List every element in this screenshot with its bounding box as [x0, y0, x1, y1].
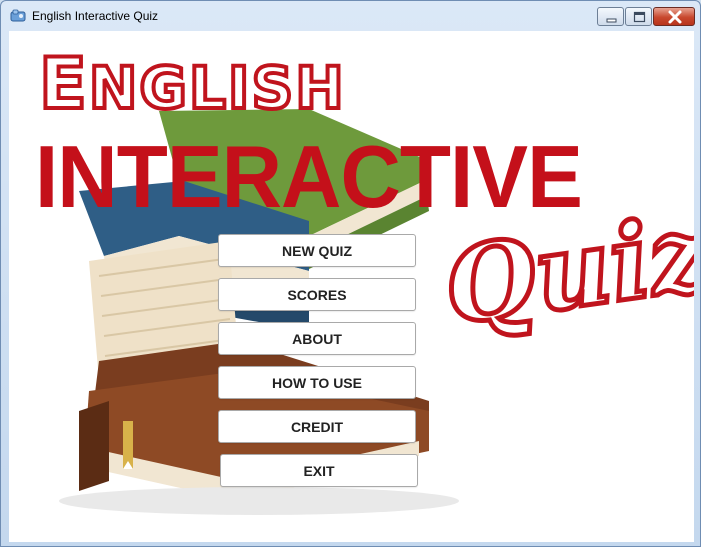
close-button[interactable]	[653, 7, 695, 26]
maximize-icon	[633, 11, 646, 23]
exit-button[interactable]: EXIT	[220, 454, 418, 487]
how-to-use-button[interactable]: HOW TO USE	[218, 366, 416, 399]
maximize-button[interactable]	[625, 7, 652, 26]
title-bar[interactable]: English Interactive Quiz	[1, 1, 700, 31]
minimize-button[interactable]	[597, 7, 624, 26]
app-window: English Interactive Quiz ENGLISH INTERAC…	[0, 0, 701, 547]
logo-english-initial: E	[37, 41, 89, 127]
scores-button[interactable]: SCORES	[218, 278, 416, 311]
logo-interactive: INTERACTIVE	[35, 127, 583, 226]
about-button[interactable]: ABOUT	[218, 322, 416, 355]
close-icon	[668, 10, 682, 24]
credit-button[interactable]: CREDIT	[218, 410, 416, 443]
main-panel: ENGLISH INTERACTIVE Quiz NEW QUIZ SCORES…	[9, 31, 694, 542]
window-title: English Interactive Quiz	[32, 9, 159, 23]
new-quiz-button[interactable]: NEW QUIZ	[218, 234, 416, 267]
minimize-icon	[606, 18, 617, 23]
app-icon	[10, 9, 26, 22]
logo-english-rest: NGLISH	[87, 52, 346, 124]
logo-english: ENGLISH	[37, 41, 346, 127]
